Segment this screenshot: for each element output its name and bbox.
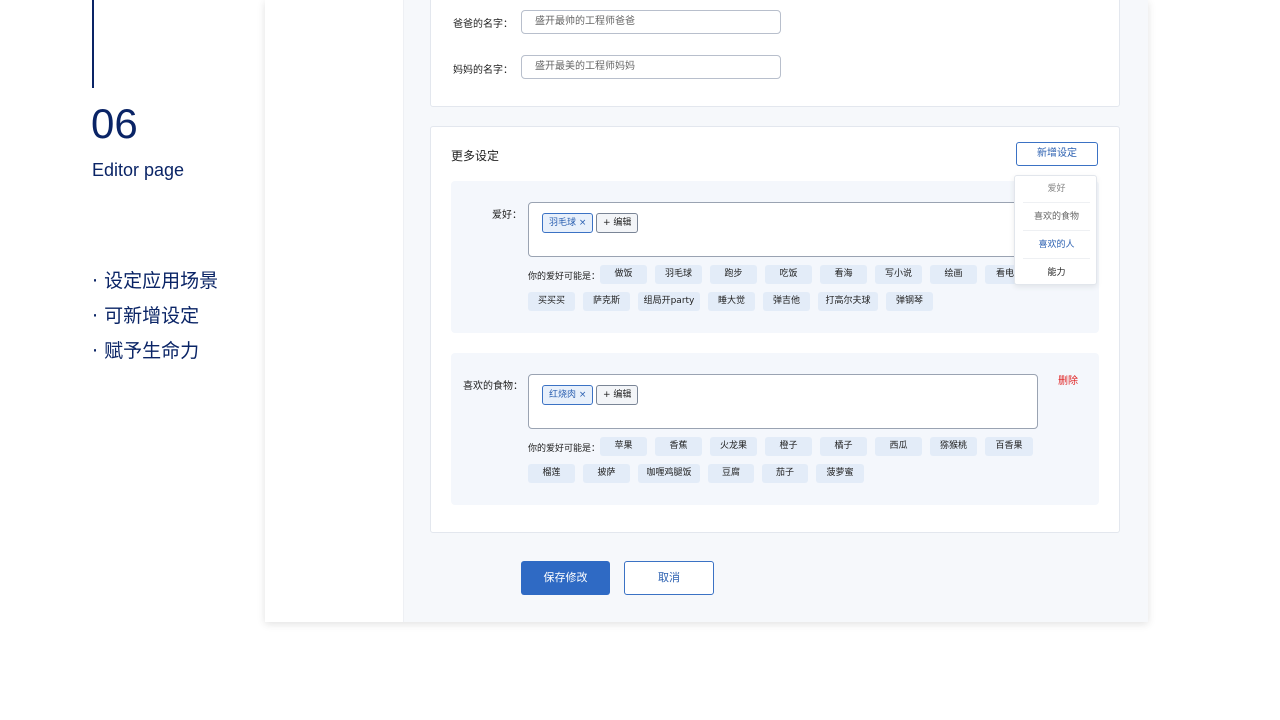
hobby-tag-label: 羽毛球: [549, 218, 577, 228]
food-tag-label: 红烧肉: [549, 390, 577, 400]
menu-item-ability[interactable]: 能力: [1023, 260, 1090, 287]
hobby-chip[interactable]: 绘画: [930, 265, 977, 284]
dad-name-label: 爸爸的名字：: [453, 19, 513, 30]
food-chip[interactable]: 豆腐: [708, 464, 754, 483]
feature-item: · 赋予生命力: [92, 340, 200, 362]
feature-item: · 设定应用场景: [92, 270, 219, 292]
delete-button[interactable]: 删除: [1058, 372, 1078, 387]
close-icon[interactable]: ×: [579, 390, 587, 400]
intro-divider-line: [92, 0, 94, 88]
hobby-chip[interactable]: 组局开party: [638, 292, 700, 311]
sidebar: [265, 0, 404, 622]
add-setting-button[interactable]: 新增设定: [1016, 142, 1098, 166]
feature-list: · 设定应用场景 · 可新增设定 · 赋予生命力: [92, 268, 218, 373]
save-button[interactable]: 保存修改: [521, 561, 610, 595]
food-chip[interactable]: 百香果: [985, 437, 1033, 456]
food-chip[interactable]: 咖喱鸡腿饭: [638, 464, 700, 483]
section-number: 06: [91, 100, 138, 147]
menu-item-hobby[interactable]: 爱好: [1023, 176, 1090, 203]
menu-item-person[interactable]: 喜欢的人: [1023, 232, 1090, 259]
hobby-chip[interactable]: 吃饭: [765, 265, 812, 284]
feature-item: · 可新增设定: [92, 305, 200, 327]
hobby-chip[interactable]: 羽毛球: [655, 265, 702, 284]
food-chip[interactable]: 茄子: [762, 464, 808, 483]
hobby-chip[interactable]: 跑步: [710, 265, 757, 284]
food-tag[interactable]: 红烧肉 ×: [542, 385, 594, 405]
food-chip[interactable]: 榴莲: [528, 464, 575, 483]
food-label: 喜欢的食物：: [463, 381, 523, 392]
food-chip[interactable]: 火龙果: [710, 437, 757, 456]
more-settings-title: 更多设定: [451, 149, 500, 163]
mom-name-label: 妈妈的名字：: [453, 65, 513, 76]
food-chip[interactable]: 香蕉: [655, 437, 702, 456]
hobby-chip[interactable]: 写小说: [875, 265, 922, 284]
hobby-chip[interactable]: 买买买: [528, 292, 575, 311]
food-chip[interactable]: 苹果: [600, 437, 647, 456]
food-chip[interactable]: 橘子: [820, 437, 867, 456]
hobby-chip[interactable]: 萨克斯: [583, 292, 630, 311]
food-chip[interactable]: 披萨: [583, 464, 630, 483]
hobby-label: 爱好：: [492, 210, 522, 221]
dad-name-input[interactable]: 盛开最帅的工程师爸爸: [521, 10, 781, 34]
hobby-chip[interactable]: 看海: [820, 265, 867, 284]
hobby-chip[interactable]: 弹吉他: [763, 292, 810, 311]
food-chip[interactable]: 菠萝蜜: [816, 464, 864, 483]
hobby-hint: 你的爱好可能是：: [528, 272, 601, 282]
food-edit-button[interactable]: + 编辑: [596, 385, 639, 405]
food-hint: 你的爱好可能是：: [528, 444, 601, 454]
menu-item-food[interactable]: 喜欢的食物: [1023, 204, 1090, 231]
close-icon[interactable]: ×: [579, 218, 587, 228]
mom-name-input[interactable]: 盛开最美的工程师妈妈: [521, 55, 781, 79]
hobby-chip[interactable]: 做饭: [600, 265, 647, 284]
food-chip[interactable]: 猕猴桃: [930, 437, 977, 456]
food-chip[interactable]: 西瓜: [875, 437, 922, 456]
hobby-chip[interactable]: 弹钢琴: [886, 292, 933, 311]
section-subtitle: Editor page: [92, 160, 185, 180]
cancel-button[interactable]: 取消: [624, 561, 714, 595]
food-chip[interactable]: 橙子: [765, 437, 812, 456]
hobby-tag[interactable]: 羽毛球 ×: [542, 213, 594, 233]
hobby-chip[interactable]: 打高尔夫球: [818, 292, 878, 311]
hobby-chip[interactable]: 睡大觉: [708, 292, 755, 311]
add-setting-menu: 爱好 喜欢的食物 喜欢的人 能力: [1014, 175, 1097, 285]
hobby-edit-button[interactable]: + 编辑: [596, 213, 639, 233]
